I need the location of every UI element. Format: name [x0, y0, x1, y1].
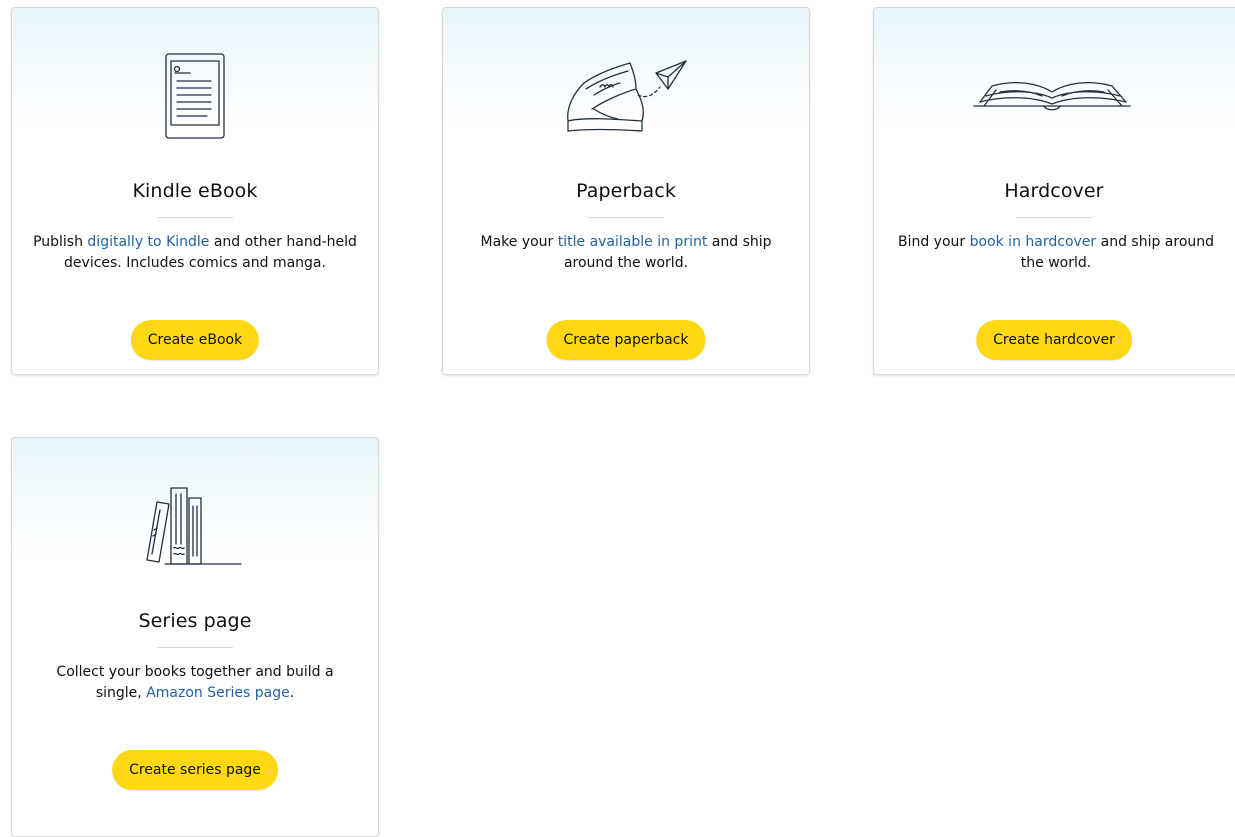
- paperback-book-plane-icon: [567, 60, 687, 132]
- card-title: Series page: [138, 610, 252, 632]
- card-description: Bind your book in hardcover and ship aro…: [897, 234, 1215, 271]
- card-title: Kindle eBook: [132, 180, 258, 202]
- open-book-icon: [973, 81, 1131, 111]
- create-ebook-button[interactable]: Create eBook: [130, 320, 260, 360]
- create-hardcover-button[interactable]: Create hardcover: [976, 320, 1132, 360]
- description-link[interactable]: Amazon Series page: [146, 685, 290, 701]
- divider: [157, 647, 233, 648]
- create-series-page-button[interactable]: Create series page: [112, 750, 278, 790]
- card-title: Hardcover: [1004, 180, 1104, 202]
- divider: [157, 217, 233, 218]
- card-description: Publish digitally to Kindle and other ha…: [33, 234, 357, 271]
- card-hardcover: Hardcover Bind your book in hardcover an…: [873, 7, 1235, 375]
- description-link[interactable]: book in hardcover: [970, 234, 1097, 250]
- card-kindle-ebook: Kindle eBook Publish digitally to Kindle…: [11, 7, 379, 375]
- kindle-device-icon: [165, 53, 225, 139]
- card-description: Make your title available in print and s…: [480, 234, 772, 271]
- card-description: Collect your books together and build a …: [56, 664, 334, 701]
- description-link[interactable]: digitally to Kindle: [87, 234, 209, 250]
- divider: [1016, 217, 1092, 218]
- card-title: Paperback: [576, 180, 676, 202]
- create-paperback-button[interactable]: Create paperback: [546, 320, 706, 360]
- divider: [588, 217, 664, 218]
- book-stack-icon: [146, 487, 242, 565]
- description-link[interactable]: title available in print: [558, 234, 708, 250]
- card-series-page: Series page Collect your books together …: [11, 437, 379, 837]
- card-paperback: Paperback Make your title available in p…: [442, 7, 810, 375]
